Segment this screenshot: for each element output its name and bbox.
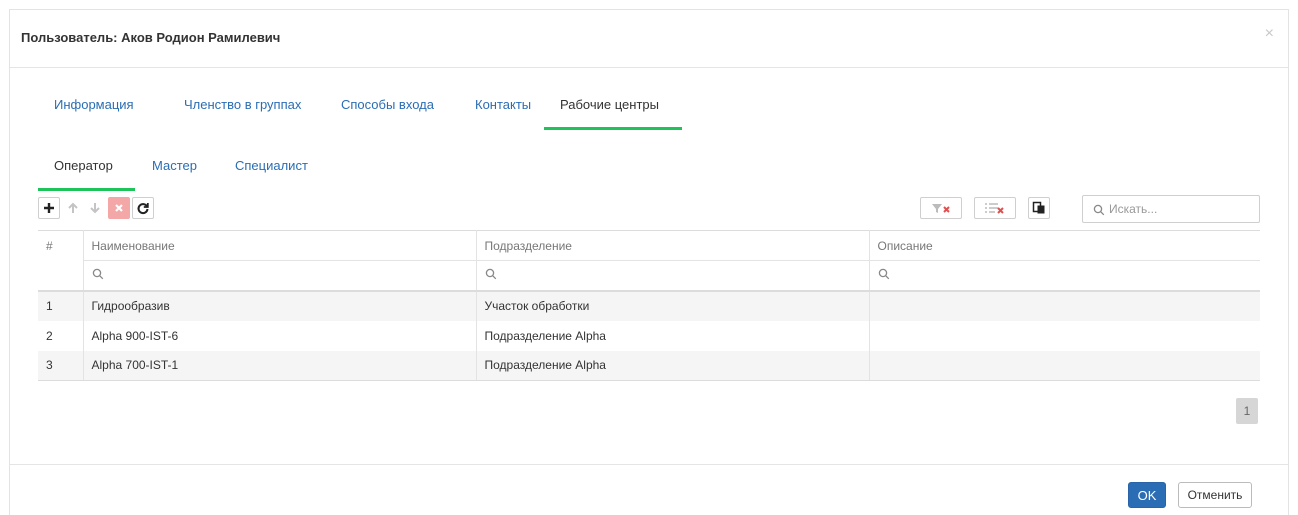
close-icon[interactable]: × <box>1265 26 1274 42</box>
subtab-operator[interactable]: Оператор <box>38 151 135 191</box>
work-centers-grid: # Наименование Подразделение Описание 1 … <box>38 230 1260 381</box>
grid-toolbar <box>38 195 1260 227</box>
row-name[interactable]: Alpha 900-IST-6 <box>83 320 477 351</box>
search-icon <box>878 268 889 280</box>
move-down-button[interactable] <box>84 197 106 219</box>
arrow-down-icon <box>90 203 100 214</box>
column-header-department[interactable]: Подразделение <box>476 230 870 261</box>
tab-login-methods[interactable]: Способы входа <box>325 82 450 130</box>
filter-row <box>38 260 1260 292</box>
search-input[interactable] <box>1109 200 1255 218</box>
table-row[interactable]: 3 Alpha 700-IST-1 Подразделение Alpha <box>38 350 1260 381</box>
pager-page-button[interactable]: 1 <box>1236 398 1258 424</box>
ok-button[interactable]: OK <box>1128 482 1166 508</box>
tab-info[interactable]: Информация <box>38 82 150 130</box>
tab-work-centers[interactable]: Рабочие центры <box>544 82 682 130</box>
delete-icon <box>115 204 123 212</box>
arrow-up-icon <box>68 202 78 213</box>
search-icon <box>1093 204 1105 216</box>
refresh-icon <box>137 203 149 215</box>
add-button[interactable] <box>38 197 60 219</box>
move-up-button[interactable] <box>62 197 84 219</box>
plus-icon <box>44 203 54 213</box>
clear-filter-icon <box>932 204 950 213</box>
clear-sort-button[interactable] <box>974 197 1016 219</box>
copy-button[interactable] <box>1028 197 1050 219</box>
row-number: 1 <box>38 290 84 321</box>
search-box[interactable] <box>1082 195 1260 223</box>
row-department[interactable]: Участок обработки <box>476 290 870 321</box>
filter-cell-name[interactable] <box>83 260 477 292</box>
search-icon <box>485 268 496 280</box>
row-name[interactable]: Гидрообразив <box>83 290 477 321</box>
row-department[interactable]: Подразделение Alpha <box>476 320 870 351</box>
tab-group-membership[interactable]: Членство в группах <box>168 82 317 130</box>
filter-cell-department[interactable] <box>476 260 870 292</box>
dialog-title: Пользователь: Аков Родион Рамилевич <box>21 30 281 45</box>
subtab-specialist[interactable]: Специалист <box>219 151 324 191</box>
row-description[interactable] <box>869 321 1260 351</box>
cancel-button[interactable]: Отменить <box>1178 482 1252 508</box>
column-header-number[interactable]: # <box>38 230 84 261</box>
tab-contacts[interactable]: Контакты <box>459 82 547 130</box>
clear-sort-icon <box>985 203 1004 214</box>
table-row[interactable]: 1 Гидрообразив Участок обработки <box>38 290 1260 321</box>
row-number: 2 <box>38 320 84 351</box>
subtab-master[interactable]: Мастер <box>136 151 213 191</box>
table-row[interactable]: 2 Alpha 900-IST-6 Подразделение Alpha <box>38 320 1260 351</box>
dialog-header: Пользователь: Аков Родион Рамилевич × <box>10 10 1288 68</box>
dialog-footer: OK Отменить <box>10 464 1288 515</box>
user-dialog: Пользователь: Аков Родион Рамилевич × Ин… <box>9 9 1289 515</box>
header-row: # Наименование Подразделение Описание <box>38 230 1260 261</box>
row-name[interactable]: Alpha 700-IST-1 <box>83 350 477 381</box>
copy-icon <box>1032 201 1045 214</box>
main-tabs: Информация Членство в группах Способы вх… <box>38 82 1258 130</box>
refresh-button[interactable] <box>132 197 154 219</box>
filter-cell-number <box>38 260 84 292</box>
column-header-name[interactable]: Наименование <box>83 230 477 261</box>
row-number: 3 <box>38 350 84 381</box>
filter-cell-description[interactable] <box>869 260 1260 292</box>
row-description[interactable] <box>869 290 1260 321</box>
row-description[interactable] <box>869 350 1260 381</box>
search-icon <box>92 268 103 280</box>
delete-button[interactable] <box>108 197 130 219</box>
row-department[interactable]: Подразделение Alpha <box>476 350 870 381</box>
clear-filter-button[interactable] <box>920 197 962 219</box>
sub-tabs: Оператор Мастер Специалист <box>38 151 638 191</box>
column-header-description[interactable]: Описание <box>869 230 1260 261</box>
